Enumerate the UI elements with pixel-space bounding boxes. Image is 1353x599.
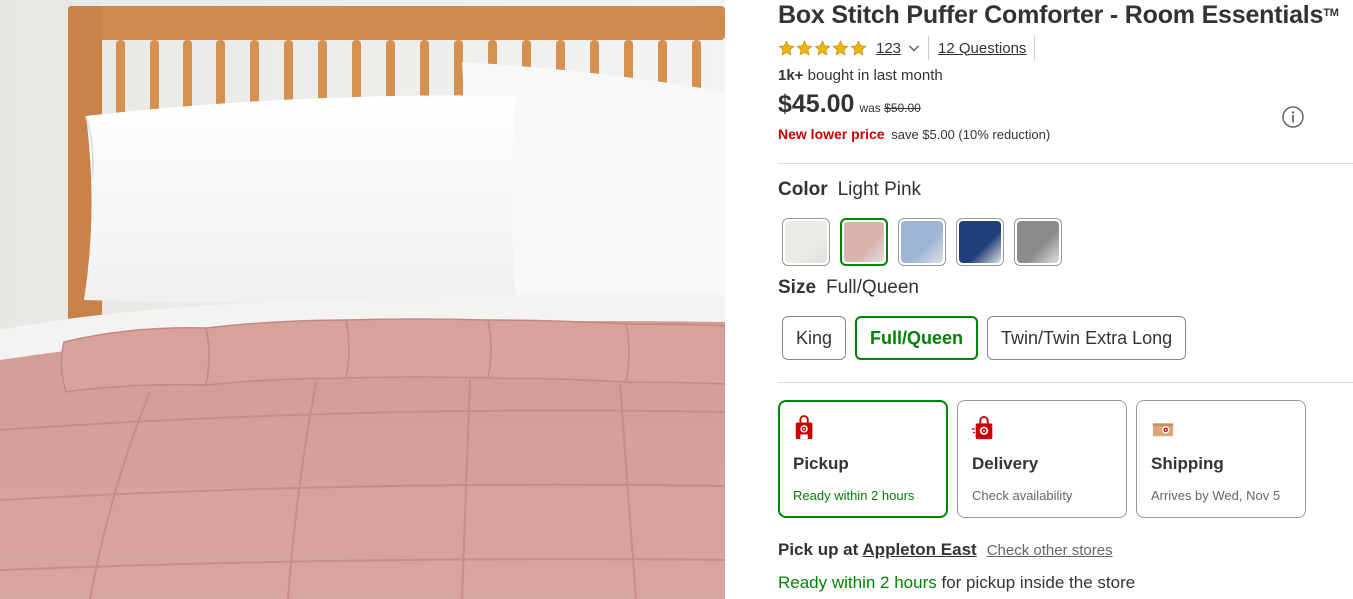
bought-count-rest: bought in last month (803, 67, 943, 84)
product-info-panel: Box Stitch Puffer Comforter - Room Essen… (778, 0, 1353, 599)
star-icon (832, 39, 849, 55)
color-label-title: Color (778, 179, 828, 200)
questions-divider (1034, 36, 1036, 60)
swatch-fill (844, 222, 884, 262)
trademark-mark: TM (1323, 7, 1339, 19)
fulfillment-card-delivery[interactable]: Delivery Check availability (957, 400, 1127, 518)
swatch-fill (1017, 221, 1059, 263)
delivery-bag-icon (972, 416, 993, 440)
star-icon (814, 39, 831, 55)
fulfillment-options: Pickup Ready within 2 hours Delivery Check … (778, 400, 1306, 518)
size-label-title: Size (778, 277, 817, 298)
was-price-value: $50.00 (884, 101, 921, 115)
fulfillment-subtitle: Arrives by Wed, Nov 5 (1151, 488, 1281, 503)
fulfillment-title: Shipping (1151, 454, 1224, 473)
fulfillment-card-shipping[interactable]: Shipping Arrives by Wed, Nov 5 (1136, 400, 1306, 518)
color-swatch[interactable] (782, 218, 830, 266)
swatch-fill (785, 221, 827, 263)
star-icon (778, 39, 795, 55)
chevron-down-icon[interactable] (908, 42, 920, 54)
ready-time-text: Ready within 2 hours (778, 573, 937, 592)
shipping-box-icon (1152, 423, 1174, 437)
price-row: $45.00 was $50.00 (778, 90, 921, 119)
star-icon (850, 39, 867, 55)
size-label: Size Full/Queen (778, 277, 919, 299)
pickup-ready-line: Ready within 2 hours for pickup inside t… (778, 573, 1135, 593)
info-icon[interactable] (1281, 105, 1305, 129)
pickup-prefix: Pick up at (778, 540, 863, 559)
rating-count-link[interactable]: 123 (876, 40, 901, 57)
fulfillment-subtitle: Check availability (972, 488, 1073, 503)
color-label: Color Light Pink (778, 179, 921, 201)
product-title-text: Box Stitch Puffer Comforter - Room Essen… (778, 1, 1324, 29)
savings-row: New lower price save $5.00 (10% reductio… (778, 126, 1050, 142)
store-bag-icon (795, 415, 813, 440)
current-price: $45.00 (778, 90, 855, 118)
color-selected-value: Light Pink (837, 179, 922, 200)
swatch-fill (901, 221, 943, 263)
fulfillment-title: Pickup (793, 454, 849, 473)
ready-rest-text: for pickup inside the store (936, 573, 1136, 592)
star-rating[interactable] (778, 39, 867, 57)
star-icon (796, 39, 813, 55)
fulfillment-title: Delivery (972, 454, 1039, 473)
color-swatch[interactable] (840, 218, 888, 266)
size-option-button[interactable]: Full/Queen (855, 316, 979, 360)
color-swatch[interactable] (956, 218, 1004, 266)
fulfillment-card-pickup[interactable]: Pickup Ready within 2 hours (778, 400, 948, 518)
section-divider (778, 163, 1353, 164)
store-name-link[interactable]: Appleton East (862, 540, 976, 559)
questions-link[interactable]: 12 Questions (938, 40, 1026, 57)
size-option-button[interactable]: King (782, 316, 847, 360)
bought-count-bold: 1k+ (778, 67, 804, 84)
check-other-stores-link[interactable]: Check other stores (987, 542, 1113, 559)
product-image[interactable] (0, 0, 725, 599)
was-prefix: was (859, 101, 885, 115)
section-divider (778, 382, 1353, 383)
new-lower-price-label: New lower price (778, 126, 885, 142)
color-swatches (782, 218, 1062, 266)
size-selected-value: Full/Queen (826, 277, 919, 298)
color-swatch[interactable] (1014, 218, 1062, 266)
rating-divider (928, 36, 930, 60)
color-swatch[interactable] (898, 218, 946, 266)
size-option-button[interactable]: Twin/Twin Extra Long (987, 316, 1187, 360)
was-price: was $50.00 (859, 101, 920, 115)
fulfillment-subtitle: Ready within 2 hours (793, 488, 915, 503)
size-options: King Full/Queen Twin/Twin Extra Long (782, 316, 1187, 360)
pickup-store-line: Pick up at Appleton East Check other stor… (778, 540, 1113, 560)
rating-row: 123 12 Questions (778, 36, 1036, 60)
product-title: Box Stitch Puffer Comforter - Room Essen… (778, 1, 1339, 30)
bought-count-text: 1k+ bought in last month (778, 67, 943, 84)
swatch-fill (959, 221, 1001, 263)
save-amount-text: save $5.00 (10% reduction) (891, 127, 1051, 142)
